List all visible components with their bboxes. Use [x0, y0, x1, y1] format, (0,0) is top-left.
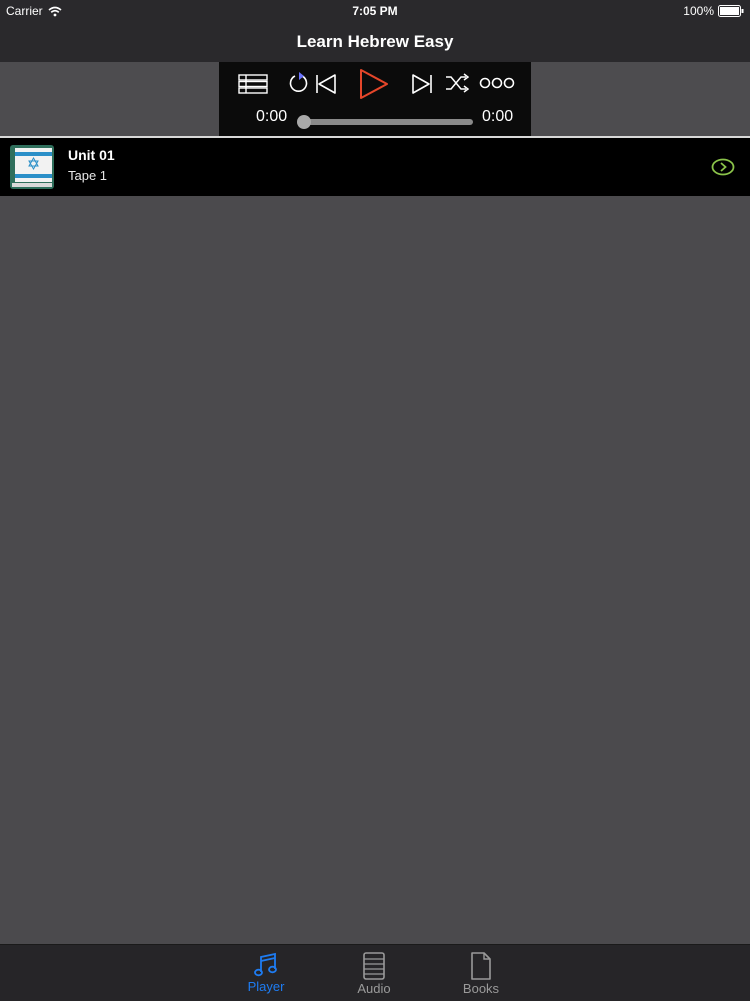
tab-bar: Player Audio Books — [0, 944, 750, 1001]
play-icon[interactable] — [358, 67, 390, 101]
tab-label: Player — [247, 979, 285, 994]
previous-icon[interactable] — [315, 73, 337, 95]
music-note-icon — [254, 952, 277, 977]
battery-percent: 100% — [683, 4, 714, 18]
tab-player[interactable]: Player — [231, 945, 301, 1001]
nav-bar: Learn Hebrew Easy — [0, 22, 750, 62]
battery-icon — [718, 5, 744, 17]
elapsed-time: 0:00 — [256, 108, 288, 125]
list-item[interactable]: Unit 01 Tape 1 — [0, 138, 750, 196]
tab-label: Audio — [357, 981, 391, 996]
tab-books[interactable]: Books — [446, 945, 516, 1001]
progress-slider-knob[interactable] — [297, 115, 311, 129]
page-title: Learn Hebrew Easy — [296, 32, 454, 51]
progress-slider[interactable] — [303, 119, 473, 125]
document-icon — [471, 952, 491, 980]
battery-group: 100% — [683, 4, 744, 18]
tab-label: Books — [462, 981, 500, 996]
status-bar: Carrier 7:05 PM 100% — [0, 0, 750, 22]
playlist-icon[interactable] — [238, 74, 268, 94]
tab-audio[interactable]: Audio — [339, 945, 409, 1001]
carrier-group: Carrier — [6, 4, 62, 18]
track-title: Unit 01 — [68, 147, 115, 163]
player-controls: 0:00 0:00 — [219, 62, 531, 136]
list-icon — [363, 952, 385, 980]
israel-flag-book-icon — [10, 145, 54, 189]
disclosure-chevron-icon[interactable] — [711, 157, 735, 177]
carrier-label: Carrier — [6, 4, 43, 18]
more-icon[interactable] — [479, 77, 515, 89]
wifi-icon — [48, 6, 62, 16]
shuffle-icon[interactable] — [445, 72, 469, 94]
next-icon[interactable] — [411, 73, 433, 95]
player-area: 0:00 0:00 — [0, 62, 750, 138]
repeat-icon[interactable] — [287, 71, 309, 95]
duration-time: 0:00 — [482, 108, 514, 125]
track-subtitle: Tape 1 — [68, 168, 108, 183]
status-time: 7:05 PM — [352, 4, 398, 18]
